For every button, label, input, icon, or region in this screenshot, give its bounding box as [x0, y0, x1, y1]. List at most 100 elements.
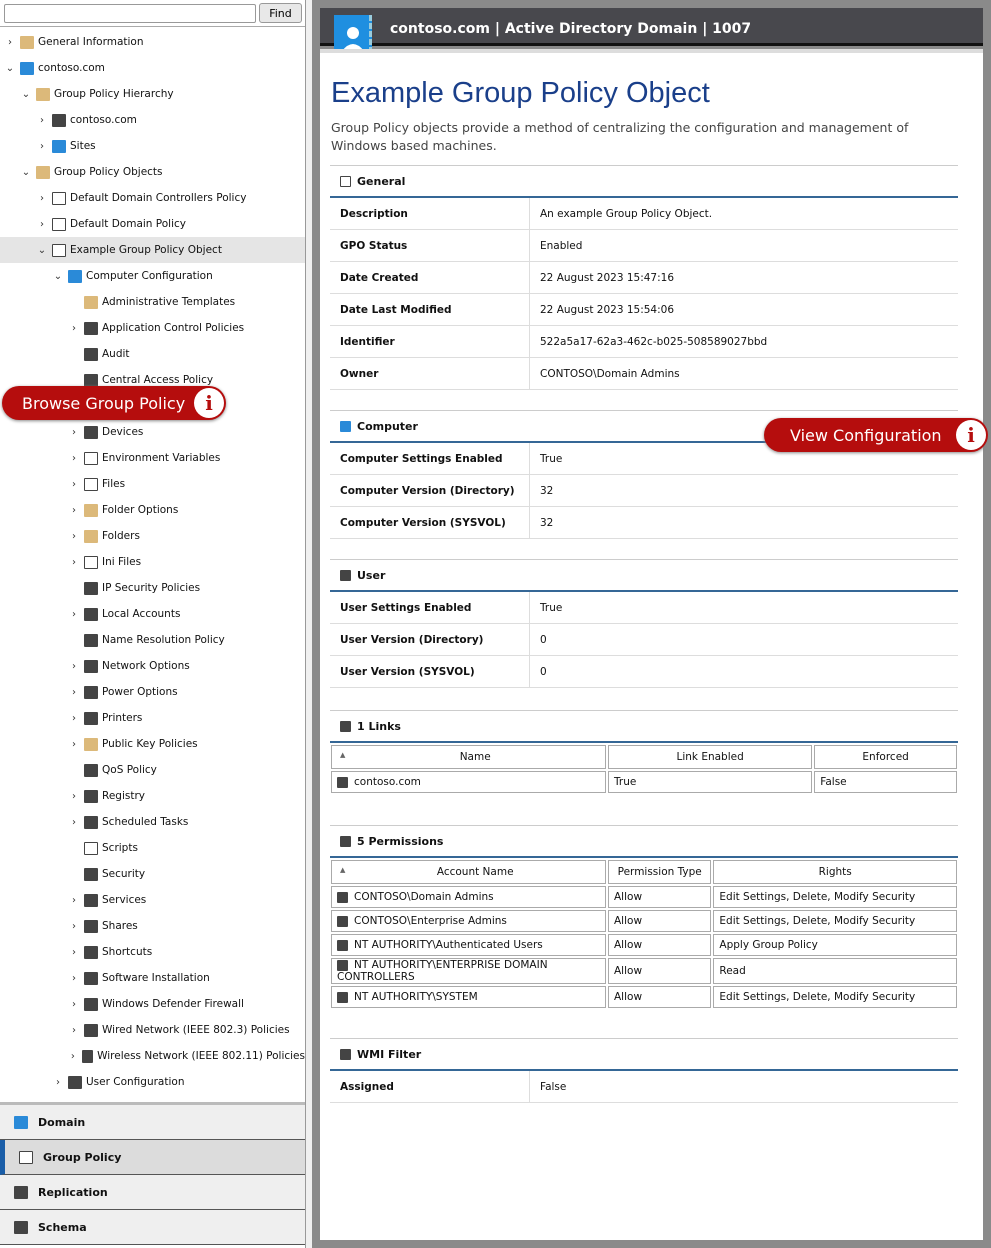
tree-item[interactable]: Audit [0, 341, 305, 367]
computer-icon [340, 420, 351, 432]
tree-item[interactable]: › Shares [0, 913, 305, 939]
cell-text: Apply Group Policy [719, 939, 818, 951]
nav-schema[interactable]: Schema [0, 1210, 305, 1245]
tree-item[interactable]: Name Resolution Policy [0, 627, 305, 653]
table-row[interactable]: CONTOSO\Domain Admins Allow Edit Settings,… [331, 886, 957, 908]
tree-item[interactable]: › User Configuration [0, 1069, 305, 1095]
column-header[interactable]: Rights [713, 860, 957, 884]
tree-item[interactable]: › General Information [0, 29, 305, 55]
tree-item[interactable]: › Devices [0, 419, 305, 445]
chevron-right-icon[interactable]: › [36, 193, 48, 204]
tree-item[interactable]: › Power Options [0, 679, 305, 705]
nav-domain[interactable]: Domain [0, 1105, 305, 1140]
tree-item[interactable]: › Shortcuts [0, 939, 305, 965]
chevron-right-icon[interactable]: › [68, 921, 80, 932]
column-header[interactable]: ▲ Name [331, 745, 606, 769]
nav-group-policy[interactable]: Group Policy [0, 1140, 305, 1175]
tree-item[interactable]: Security [0, 861, 305, 887]
chevron-right-icon[interactable]: › [68, 1051, 78, 1062]
chevron-down-icon[interactable]: ⌄ [20, 89, 32, 100]
tree-item[interactable]: › Network Options [0, 653, 305, 679]
chevron-right-icon[interactable]: › [68, 323, 80, 334]
table-row[interactable]: NT AUTHORITY\Authenticated Users Allow App… [331, 934, 957, 956]
tree-item[interactable]: › Default Domain Controllers Policy [0, 185, 305, 211]
column-header[interactable]: Permission Type [608, 860, 712, 884]
chevron-right-icon[interactable]: › [68, 687, 80, 698]
property-value: 22 August 2023 15:47:16 [540, 271, 674, 284]
tree-item[interactable]: › Wireless Network (IEEE 802.11) Policies [0, 1043, 305, 1069]
tree-item[interactable]: › Ini Files [0, 549, 305, 575]
chevron-right-icon[interactable]: › [68, 895, 80, 906]
tree-item[interactable]: › Public Key Policies [0, 731, 305, 757]
column-header[interactable]: Enforced [814, 745, 957, 769]
tree-item[interactable]: Administrative Templates [0, 289, 305, 315]
cell-text: Edit Settings, Delete, Modify Security [719, 915, 916, 927]
tree-item[interactable]: ⌄ Group Policy Objects [0, 159, 305, 185]
tree-item[interactable]: › Sites [0, 133, 305, 159]
tree-item[interactable]: › Software Installation [0, 965, 305, 991]
chevron-right-icon[interactable]: › [52, 1077, 64, 1088]
chevron-right-icon[interactable]: › [68, 479, 80, 490]
tree-item[interactable]: › Registry [0, 783, 305, 809]
policy-icon [340, 175, 351, 187]
section-wmi: WMI Filter Assigned False [330, 1038, 958, 1103]
chevron-right-icon[interactable]: › [36, 219, 48, 230]
chevron-right-icon[interactable]: › [68, 453, 80, 464]
tree-item[interactable]: › Folders [0, 523, 305, 549]
tree-item[interactable]: QoS Policy [0, 757, 305, 783]
chevron-right-icon[interactable]: › [68, 947, 80, 958]
chevron-right-icon[interactable]: › [68, 999, 80, 1010]
tree-item[interactable]: › contoso.com [0, 107, 305, 133]
tree-item[interactable]: ⌄ contoso.com [0, 55, 305, 81]
chevron-down-icon[interactable]: ⌄ [36, 245, 48, 256]
users-icon [337, 991, 348, 1003]
chevron-right-icon[interactable]: › [68, 791, 80, 802]
tree-item[interactable]: › Default Domain Policy [0, 211, 305, 237]
chevron-down-icon[interactable]: ⌄ [4, 63, 16, 74]
chevron-right-icon[interactable]: › [68, 661, 80, 672]
chevron-right-icon[interactable]: › [36, 141, 48, 152]
policy-icon [52, 217, 66, 231]
qos-icon [84, 763, 98, 777]
section-links: 1 Links ▲ Name Link Enabled Enforced contoso.… [330, 710, 958, 795]
chevron-right-icon[interactable]: › [68, 531, 80, 542]
tree-item[interactable]: › Folder Options [0, 497, 305, 523]
nav-sections: Domain Group Policy Replication Schema [0, 1102, 305, 1245]
tree-item[interactable]: IP Security Policies [0, 575, 305, 601]
column-header[interactable]: Link Enabled [608, 745, 813, 769]
chevron-right-icon[interactable]: › [68, 739, 80, 750]
chevron-right-icon[interactable]: › [68, 817, 80, 828]
tree-item[interactable]: › Files [0, 471, 305, 497]
tree-item[interactable]: ⌄ Computer Configuration [0, 263, 305, 289]
tree-item[interactable]: › Printers [0, 705, 305, 731]
chevron-right-icon[interactable]: › [4, 37, 16, 48]
tree-item[interactable]: › Wired Network (IEEE 802.3) Policies [0, 1017, 305, 1043]
tree-item[interactable]: Scripts [0, 835, 305, 861]
tree-item[interactable]: ⌄ Group Policy Hierarchy [0, 81, 305, 107]
table-row[interactable]: CONTOSO\Enterprise Admins Allow Edit Setti… [331, 910, 957, 932]
tree-item[interactable]: › Environment Variables [0, 445, 305, 471]
chevron-right-icon[interactable]: › [68, 427, 80, 438]
nav-replication[interactable]: Replication [0, 1175, 305, 1210]
tree-item[interactable]: › Application Control Policies [0, 315, 305, 341]
table-row[interactable]: contoso.com True False [331, 771, 957, 793]
find-button[interactable]: Find [259, 3, 302, 23]
chevron-right-icon[interactable]: › [68, 713, 80, 724]
tree-item[interactable]: › Local Accounts [0, 601, 305, 627]
chevron-right-icon[interactable]: › [68, 557, 80, 568]
chevron-down-icon[interactable]: ⌄ [52, 271, 64, 282]
tree-item[interactable]: › Services [0, 887, 305, 913]
tree-item[interactable]: › Windows Defender Firewall [0, 991, 305, 1017]
table-row[interactable]: NT AUTHORITY\ENTERPRISE DOMAIN CONTROLLE… [331, 958, 957, 984]
table-row[interactable]: NT AUTHORITY\SYSTEM Allow Edit Settings, D… [331, 986, 957, 1008]
chevron-right-icon[interactable]: › [68, 973, 80, 984]
column-header[interactable]: ▲ Account Name [331, 860, 606, 884]
chevron-down-icon[interactable]: ⌄ [20, 167, 32, 178]
chevron-right-icon[interactable]: › [68, 505, 80, 516]
chevron-right-icon[interactable]: › [68, 1025, 80, 1036]
chevron-right-icon[interactable]: › [68, 609, 80, 620]
chevron-right-icon[interactable]: › [36, 115, 48, 126]
tree-item[interactable]: › Scheduled Tasks [0, 809, 305, 835]
search-input[interactable] [4, 4, 256, 23]
tree-item[interactable]: ⌄ Example Group Policy Object [0, 237, 305, 263]
